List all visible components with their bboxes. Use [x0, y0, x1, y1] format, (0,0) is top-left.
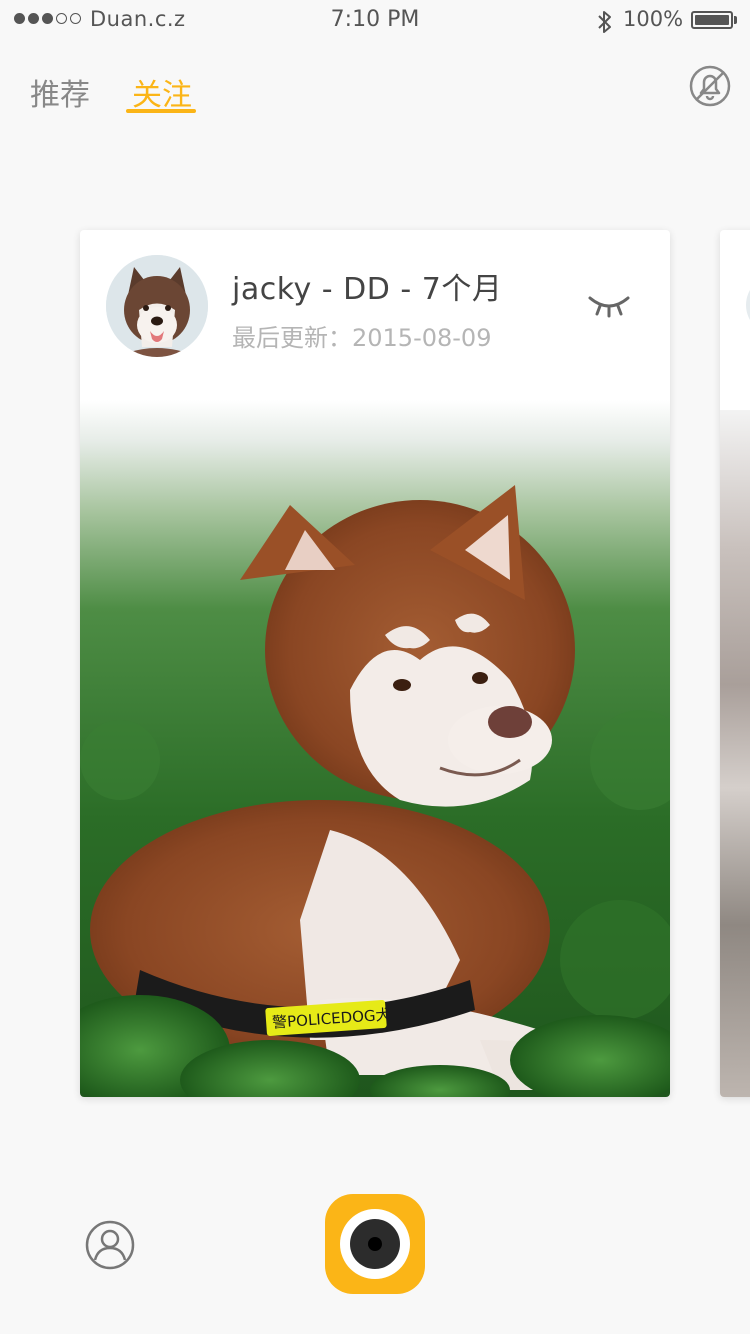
next-pet-avatar: [746, 275, 750, 335]
tab-recommend[interactable]: 推荐: [30, 70, 90, 114]
battery-tip: [734, 16, 737, 24]
camera-button[interactable]: [325, 1194, 425, 1294]
active-tab-indicator: [126, 109, 196, 113]
camera-lens: [350, 1219, 400, 1269]
top-tabs: 推荐 关注: [0, 60, 750, 120]
pet-photo[interactable]: 警POLICEDOG犬: [80, 400, 670, 1097]
pet-avatar[interactable]: [106, 255, 208, 357]
camera-icon: [340, 1209, 410, 1279]
battery-icon: [691, 11, 733, 29]
closed-eye-icon[interactable]: [586, 288, 632, 322]
person-icon[interactable]: [84, 1219, 136, 1271]
tab-follow[interactable]: 关注: [132, 70, 192, 114]
bluetooth-icon: [598, 11, 611, 33]
pet-title: jacky - DD - 7个月: [232, 272, 503, 307]
next-pet-photo: [720, 410, 750, 1097]
next-pet-card[interactable]: [720, 230, 750, 1097]
status-bar: Duan.c.z 7:10 PM 100%: [0, 0, 750, 40]
camera-lens-dot: [368, 1237, 382, 1251]
battery-percent: 100%: [623, 7, 684, 31]
pet-card[interactable]: jacky - DD - 7个月 最后更新：2015-08-09 警POLICE…: [80, 230, 670, 1097]
bell-off-icon[interactable]: [688, 64, 732, 108]
last-updated: 最后更新：2015-08-09: [232, 324, 492, 352]
screen: Duan.c.z 7:10 PM 100% 推荐 关注 jacky - DD -…: [0, 0, 750, 1334]
